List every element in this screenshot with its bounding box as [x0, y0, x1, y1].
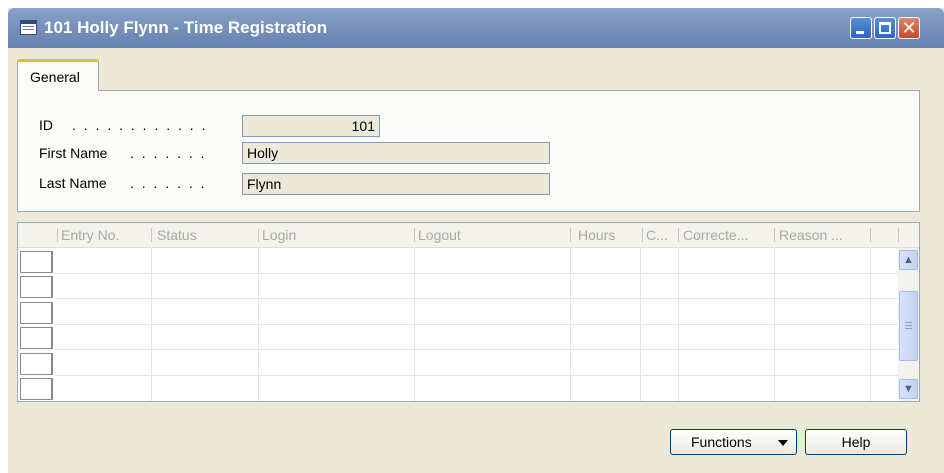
header-separator: [151, 228, 152, 242]
row-selector[interactable]: [20, 353, 53, 375]
header-separator: [570, 228, 571, 242]
header-separator: [642, 228, 643, 242]
row-selector[interactable]: [20, 251, 53, 273]
functions-button-label: Functions: [691, 434, 752, 450]
header-separator: [898, 228, 899, 242]
table-window-icon: [20, 20, 37, 35]
col-header-corrected[interactable]: Correcte...: [683, 227, 773, 243]
row-divider: [55, 324, 898, 325]
row-selector[interactable]: [20, 378, 53, 400]
time-entries-grid[interactable]: Entry No. Status Login Logout Hours C...…: [17, 222, 920, 402]
col-header-c[interactable]: C...: [646, 227, 678, 243]
row-divider: [55, 273, 898, 274]
last-name-field[interactable]: Flynn: [242, 173, 550, 195]
general-panel: ID . . . . . . . . . . . . 101 First Nam…: [17, 90, 920, 212]
row-selector[interactable]: [20, 327, 53, 349]
header-separator: [57, 228, 58, 242]
window-title: 101 Holly Flynn - Time Registration: [44, 18, 328, 37]
col-header-entry-no[interactable]: Entry No.: [61, 227, 151, 243]
id-dots: . . . . . . . . . . . .: [72, 117, 208, 133]
grip-icon: [905, 322, 912, 329]
first-name-label: First Name: [39, 145, 108, 161]
maximize-button[interactable]: [874, 17, 896, 39]
maximize-icon: [879, 22, 891, 34]
scroll-up-button[interactable]: ▲: [899, 250, 918, 270]
col-header-logout[interactable]: Logout: [418, 227, 568, 243]
row-selector[interactable]: [20, 302, 53, 324]
functions-button[interactable]: Functions: [670, 429, 797, 455]
col-header-login[interactable]: Login: [262, 227, 412, 243]
header-separator: [678, 228, 679, 242]
col-header-reason[interactable]: Reason ...: [779, 227, 869, 243]
help-button[interactable]: Help: [805, 429, 907, 455]
dropdown-arrow-icon: [778, 440, 788, 446]
close-button[interactable]: ✕: [898, 17, 920, 39]
tab-general-label: General: [30, 69, 80, 85]
col-header-hours[interactable]: Hours: [578, 227, 640, 243]
title-bar[interactable]: 101 Holly Flynn - Time Registration ✕: [8, 8, 944, 48]
header-separator: [258, 228, 259, 242]
header-separator: [870, 228, 871, 242]
minimize-button[interactable]: [850, 17, 872, 39]
grid-header: Entry No. Status Login Logout Hours C...…: [18, 223, 919, 248]
row-selector[interactable]: [20, 276, 53, 298]
first-name-dots: . . . . . . .: [130, 145, 207, 161]
row-divider: [55, 349, 898, 350]
id-field[interactable]: 101: [242, 115, 380, 137]
chevron-up-icon: ▲: [903, 254, 914, 266]
first-name-field[interactable]: Holly: [242, 142, 550, 164]
row-divider: [55, 375, 898, 376]
id-label: ID: [39, 117, 53, 133]
last-name-label: Last Name: [39, 175, 107, 191]
header-separator: [414, 228, 415, 242]
header-separator: [774, 228, 775, 242]
last-name-dots: . . . . . . .: [130, 175, 207, 191]
chevron-down-icon: ▼: [903, 383, 914, 395]
row-divider: [55, 298, 898, 299]
minimize-icon: [856, 31, 864, 34]
grid-vertical-scrollbar[interactable]: ▲ ▼: [898, 248, 919, 401]
scroll-down-button[interactable]: ▼: [899, 379, 918, 399]
close-icon: ✕: [901, 18, 917, 38]
tab-general[interactable]: General: [17, 59, 99, 91]
scroll-thumb[interactable]: [899, 291, 918, 361]
col-header-status[interactable]: Status: [157, 227, 257, 243]
